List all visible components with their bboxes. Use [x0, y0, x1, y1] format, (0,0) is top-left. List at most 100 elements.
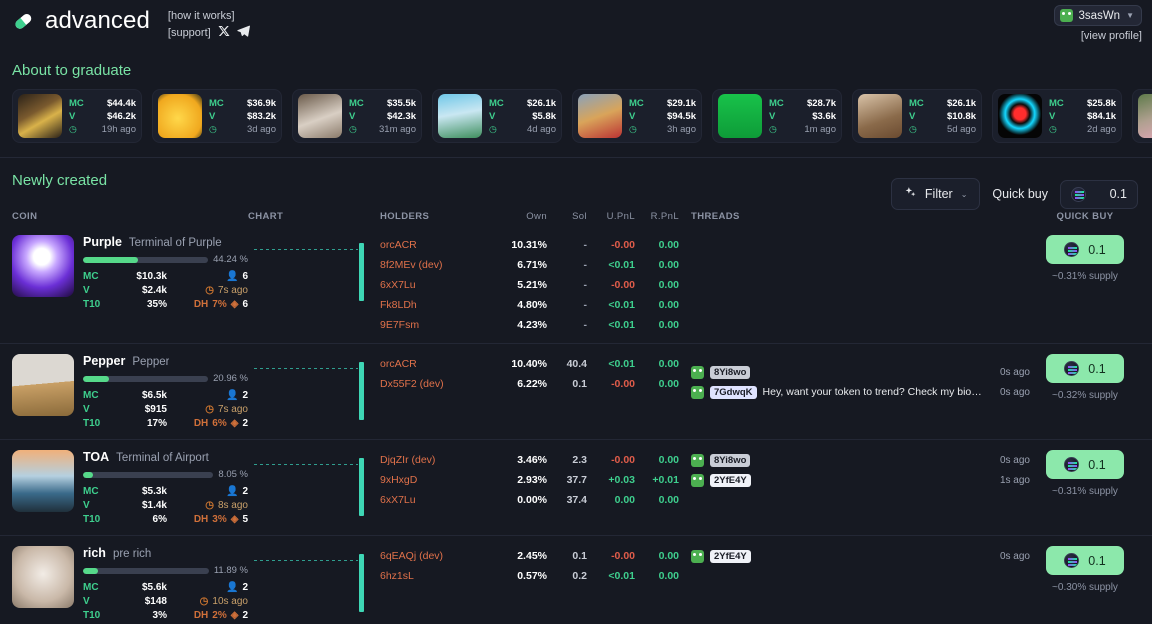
col-threads: THREADS — [679, 211, 1030, 222]
upnl-value: <0.01 — [587, 315, 635, 335]
v-value: $148 — [109, 595, 167, 609]
thread-item[interactable]: 8Yi8wo0s ago — [691, 450, 1030, 470]
graduate-card[interactable]: MCMCVV◷ — [1132, 89, 1152, 143]
solana-icon — [1064, 457, 1079, 472]
thread-item[interactable]: 2YfE4Y 1s ago — [691, 470, 1030, 490]
age-value: 10s ago — [212, 595, 248, 609]
mc-label: MC — [489, 97, 504, 110]
coin-cell[interactable]: richpre rich11.89 %MC$5.6k👤2V$148◷10s ag… — [12, 546, 248, 623]
coin-cell[interactable]: PurpleTerminal of Purple44.24 %MC$10.3k👤… — [12, 235, 248, 335]
thread-tag: 8Yi8wo — [710, 366, 750, 379]
table-row[interactable]: richpre rich11.89 %MC$5.6k👤2V$148◷10s ag… — [0, 535, 1152, 624]
threads-list: 8Yi8wo 0s ago 7GdwqKHey, want your token t… — [679, 354, 1030, 431]
graduate-card[interactable]: MC$25.8kV$84.1k◷2d ago — [992, 89, 1122, 143]
graduate-card[interactable]: MC$35.5kV$42.3k◷31m ago — [292, 89, 422, 143]
v-label: V — [209, 110, 215, 123]
quick-buy-input[interactable]: 0.1 — [1060, 180, 1138, 209]
sparkles-icon — [904, 186, 917, 202]
own-value: 6.71% — [495, 255, 547, 275]
sol-list: 0.10.2 — [547, 546, 587, 623]
x-twitter-icon[interactable] — [218, 25, 230, 42]
thread-tag: 2YfE4Y — [710, 474, 751, 487]
upnl-value: 0.00 — [587, 490, 635, 510]
holder-address: 6xX7Lu — [380, 275, 495, 295]
graduate-card[interactable]: MC$28.7kV$3.6k◷1m ago — [712, 89, 842, 143]
quick-buy-supply: ~0.31% supply — [1052, 271, 1118, 282]
thread-item[interactable]: 8Yi8wo 0s ago — [691, 362, 1030, 382]
holder-address: Fk8LDh — [380, 295, 495, 315]
brand[interactable]: advanced — [10, 8, 150, 34]
coin-cell[interactable]: PepperPepper20.96 %MC$6.5k👤2V$915◷7s ago… — [12, 354, 248, 431]
thread-item[interactable]: 7GdwqKHey, want your token to trend? Che… — [691, 382, 1030, 402]
thread-tag: 8Yi8wo — [710, 454, 750, 467]
own-value: 4.80% — [495, 295, 547, 315]
chart-cell[interactable] — [248, 235, 380, 335]
v-value: $42.3k — [387, 110, 416, 123]
clock-icon: ◷ — [209, 123, 217, 136]
mc-label: MC — [629, 97, 644, 110]
quick-buy-button[interactable]: 0.1 — [1046, 450, 1124, 479]
t10-value: 3% — [109, 609, 167, 623]
graduate-card-list[interactable]: MC$44.4kV$46.2k◷19h ago MC$36.9kV$83.2k◷3… — [0, 79, 1152, 157]
sol-value: - — [547, 315, 587, 335]
t10-label: T10 — [83, 298, 109, 312]
quick-buy-button[interactable]: 0.1 — [1046, 235, 1124, 264]
rpnl-list: 0.000.00 — [635, 546, 679, 623]
quick-buy-supply: ~0.30% supply — [1052, 582, 1118, 593]
thread-time: 1s ago — [990, 475, 1030, 486]
age-value: 4d ago — [527, 123, 556, 136]
how-it-works-link[interactable]: [how it works] — [168, 10, 235, 22]
wallet-button[interactable]: 3sasWn ▼ — [1054, 5, 1142, 26]
table-row[interactable]: PepperPepper20.96 %MC$6.5k👤2V$915◷7s ago… — [0, 343, 1152, 439]
age-value: 19h ago — [102, 123, 136, 136]
graduate-card-stats: MC$44.4kV$46.2k◷19h ago — [69, 97, 136, 136]
header-links: [how it works] [support] — [168, 9, 250, 42]
rpnl-value: 0.00 — [635, 566, 679, 586]
graduate-card[interactable]: MC$26.1kV$10.8k◷5d ago — [852, 89, 982, 143]
mc-value: $29.1k — [667, 97, 696, 110]
graduate-card[interactable]: MC$29.1kV$94.5k◷3h ago — [572, 89, 702, 143]
mc-label: MC — [909, 97, 924, 110]
thread-time: 0s ago — [990, 367, 1030, 378]
quick-buy-amount: 0.1 — [1088, 458, 1105, 472]
quick-buy-supply: ~0.31% supply — [1052, 486, 1118, 497]
account-area: 3sasWn ▼ [view profile] — [1054, 5, 1142, 42]
table-row[interactable]: TOATerminal of Airport8.05 %MC$5.3k👤2V$1… — [0, 439, 1152, 535]
top-bar: advanced [how it works] [support] 3sasWn… — [0, 0, 1152, 50]
mc-label: MC — [349, 97, 364, 110]
filter-button[interactable]: Filter ⌄ — [891, 178, 980, 210]
coin-name: Terminal of Purple — [129, 237, 222, 249]
own-value: 0.57% — [495, 566, 547, 586]
coin-cell[interactable]: TOATerminal of Airport8.05 %MC$5.3k👤2V$1… — [12, 450, 248, 527]
mc-label: MC — [83, 581, 109, 595]
table-row[interactable]: PurpleTerminal of Purple44.24 %MC$10.3k👤… — [0, 225, 1152, 343]
sol-value: 2.3 — [547, 450, 587, 470]
solana-icon — [1064, 553, 1079, 568]
thread-tag: 7GdwqK — [710, 386, 757, 399]
own-list: 3.46%2.93%0.00% — [495, 450, 547, 527]
graduate-card[interactable]: MC$36.9kV$83.2k◷3d ago — [152, 89, 282, 143]
progress-fill — [83, 376, 109, 382]
telegram-icon[interactable] — [237, 24, 250, 42]
graduate-card[interactable]: MC$26.1kV$5.8k◷4d ago — [432, 89, 562, 143]
quick-buy-cell: 0.1~0.32% supply — [1030, 354, 1140, 431]
man-with-money-icon — [18, 94, 62, 138]
coin-symbol: Pepper — [83, 354, 125, 368]
thread-avatar-icon — [691, 366, 704, 379]
support-link[interactable]: [support] — [168, 26, 211, 41]
v-label: V — [489, 110, 495, 123]
progress-percent: 20.96 % — [213, 373, 248, 384]
graduate-card[interactable]: MC$44.4kV$46.2k◷19h ago — [12, 89, 142, 143]
rpnl-value: 0.00 — [635, 255, 679, 275]
chart-cell[interactable] — [248, 450, 380, 527]
chart-green-bar — [359, 458, 364, 516]
thread-item[interactable]: 2YfE4Y0s ago — [691, 546, 1030, 566]
quick-buy-button[interactable]: 0.1 — [1046, 354, 1124, 383]
chart-cell[interactable] — [248, 354, 380, 431]
v-value: $10.8k — [947, 110, 976, 123]
mc-value: $5.6k — [109, 581, 167, 595]
chart-cell[interactable] — [248, 546, 380, 623]
view-profile-link[interactable]: [view profile] — [1054, 30, 1142, 42]
quick-buy-button[interactable]: 0.1 — [1046, 546, 1124, 575]
sol-value: 0.2 — [547, 566, 587, 586]
